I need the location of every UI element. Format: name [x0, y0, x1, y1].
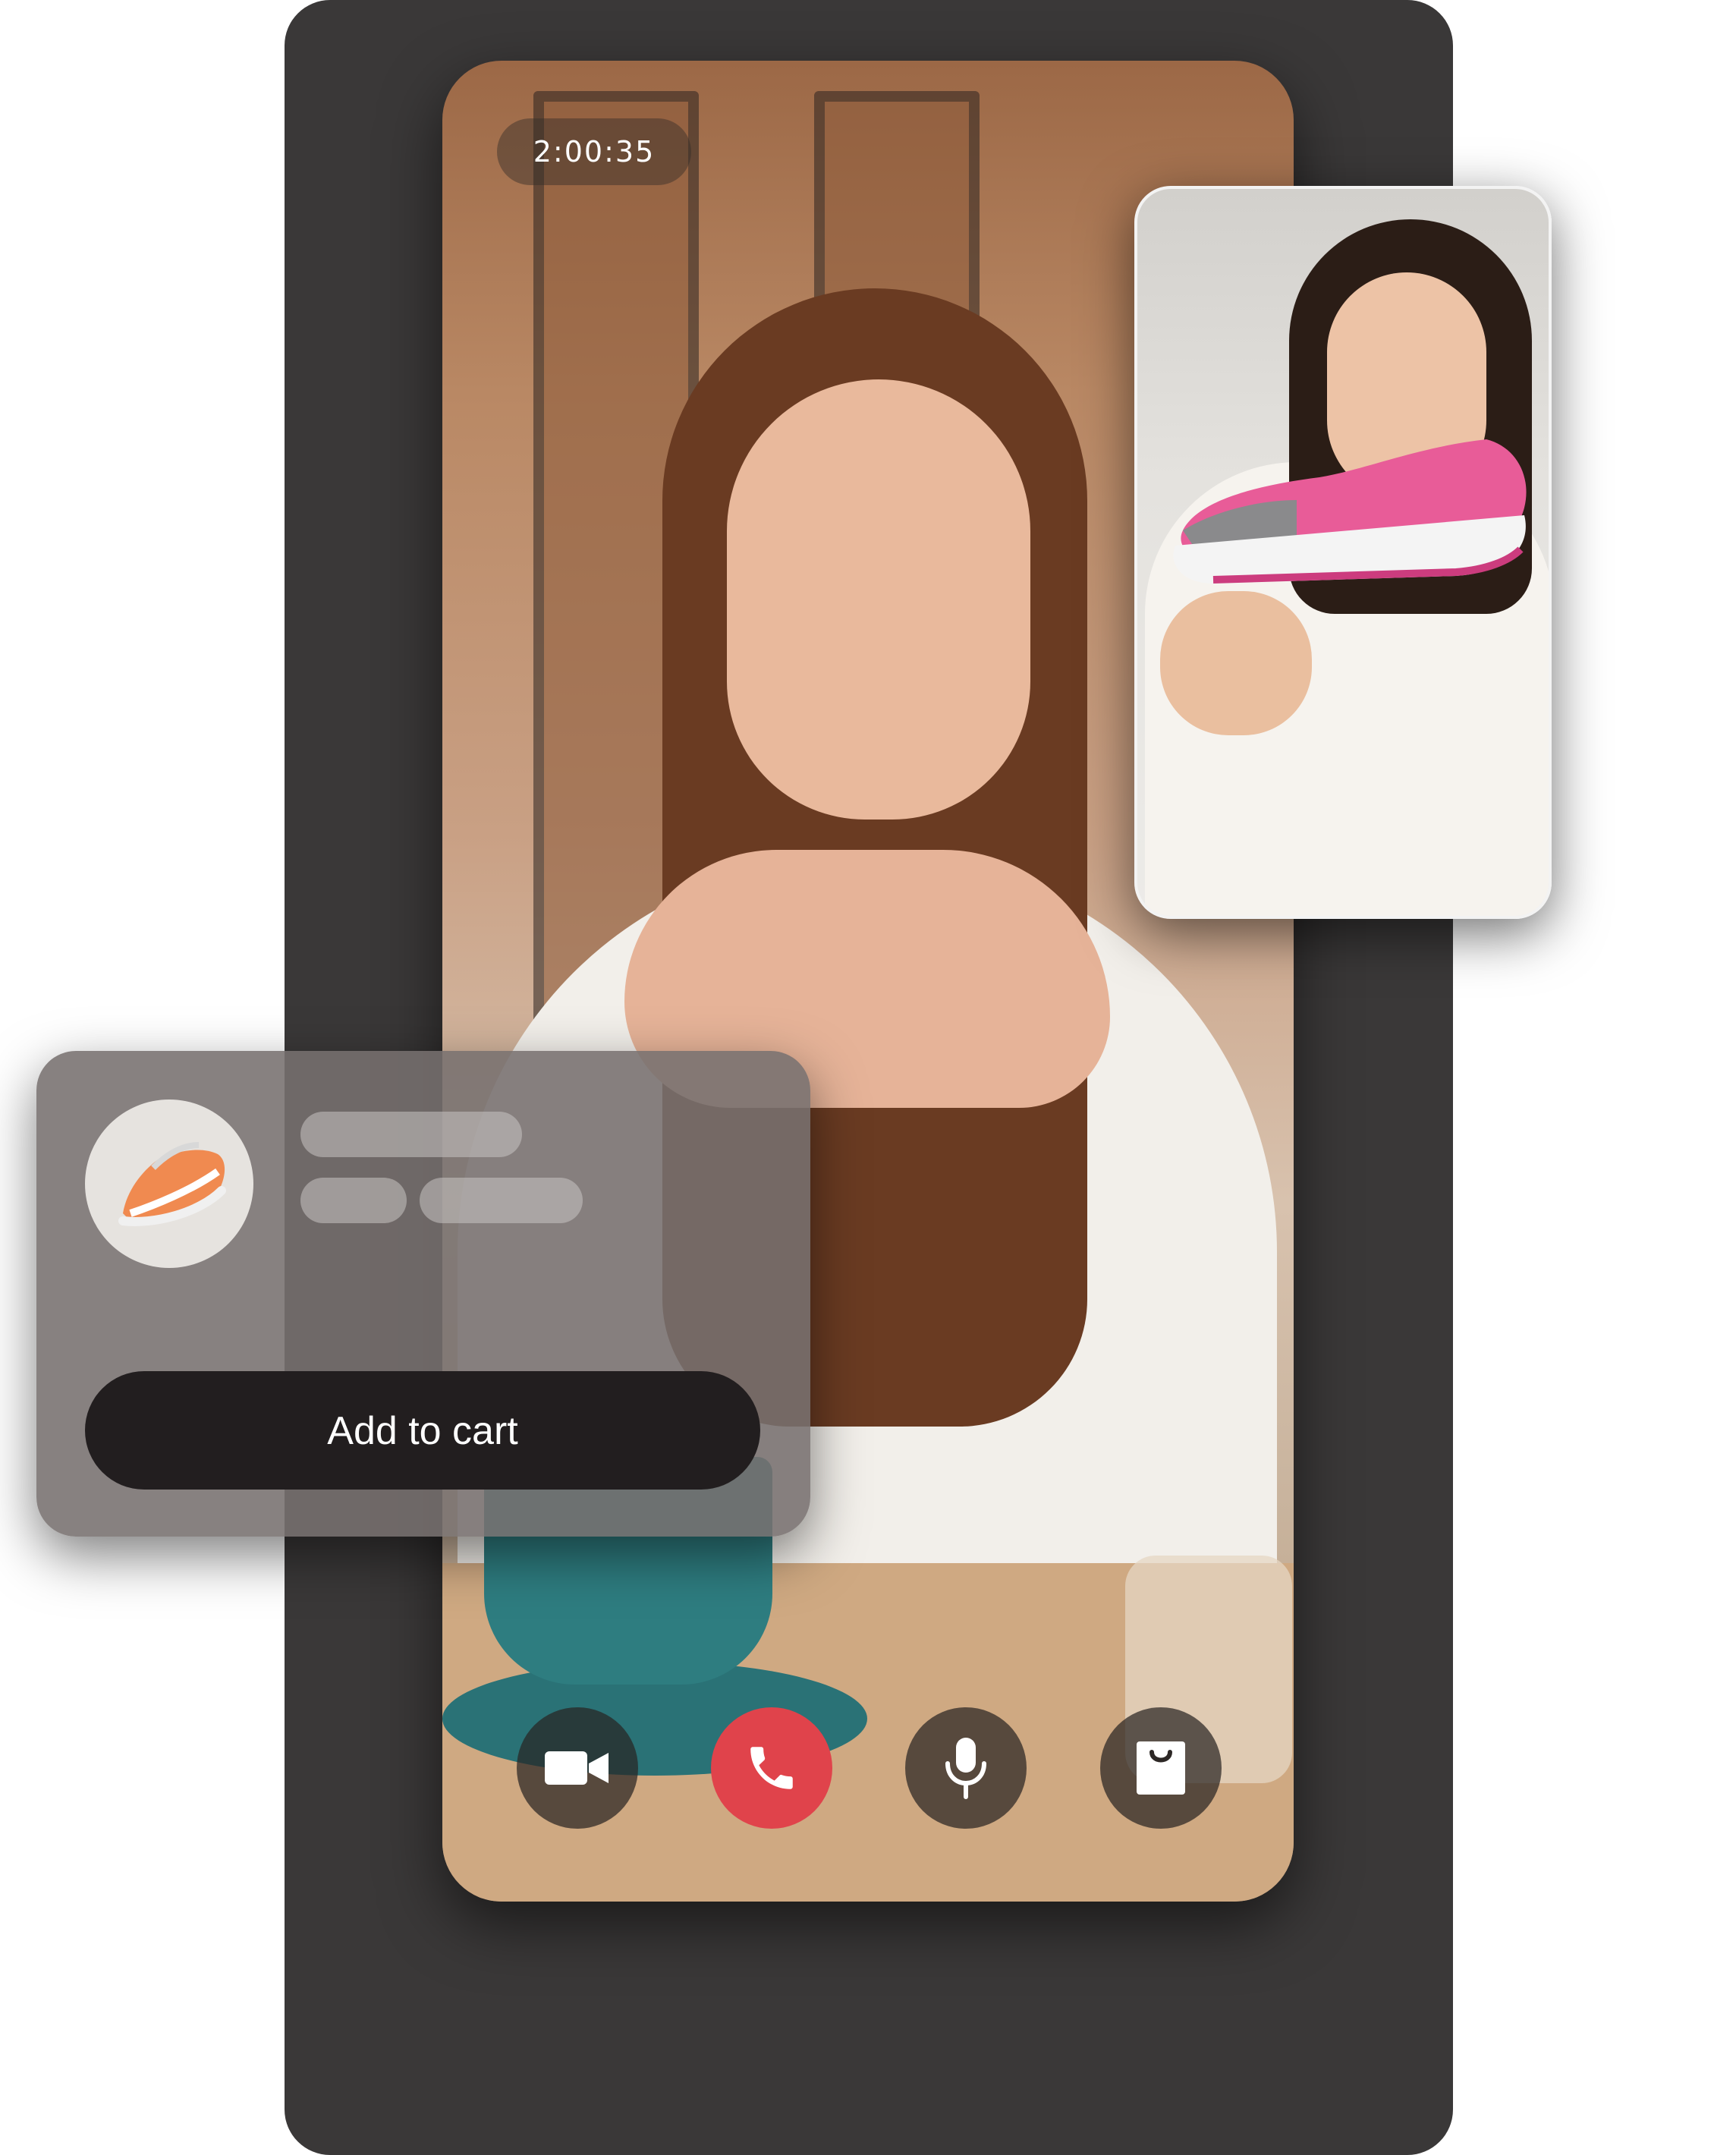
phone-hangup-icon — [750, 1747, 793, 1789]
shopping-bag-button[interactable] — [1100, 1707, 1222, 1829]
product-title-placeholder — [300, 1112, 522, 1157]
product-meta-placeholder — [300, 1178, 407, 1223]
product-price-placeholder — [420, 1178, 583, 1223]
participant-face — [727, 379, 1030, 820]
self-view-video[interactable] — [1134, 186, 1552, 919]
sneaker-thumbnail-icon — [118, 1142, 226, 1226]
pink-sneaker-image — [1173, 439, 1527, 584]
add-to-cart-button[interactable]: Add to cart — [85, 1371, 760, 1490]
product-thumbnail[interactable] — [85, 1100, 253, 1268]
product-card: Add to cart — [36, 1051, 810, 1537]
microphone-toggle-button[interactable] — [905, 1707, 1027, 1829]
call-timer: 2:00:35 — [497, 118, 691, 185]
shopping-bag-icon — [1137, 1741, 1185, 1795]
video-camera-icon — [545, 1751, 609, 1785]
microphone-icon — [945, 1738, 986, 1799]
host-hand — [1160, 591, 1312, 735]
video-toggle-button[interactable] — [517, 1707, 638, 1829]
hang-up-button[interactable] — [711, 1707, 832, 1829]
